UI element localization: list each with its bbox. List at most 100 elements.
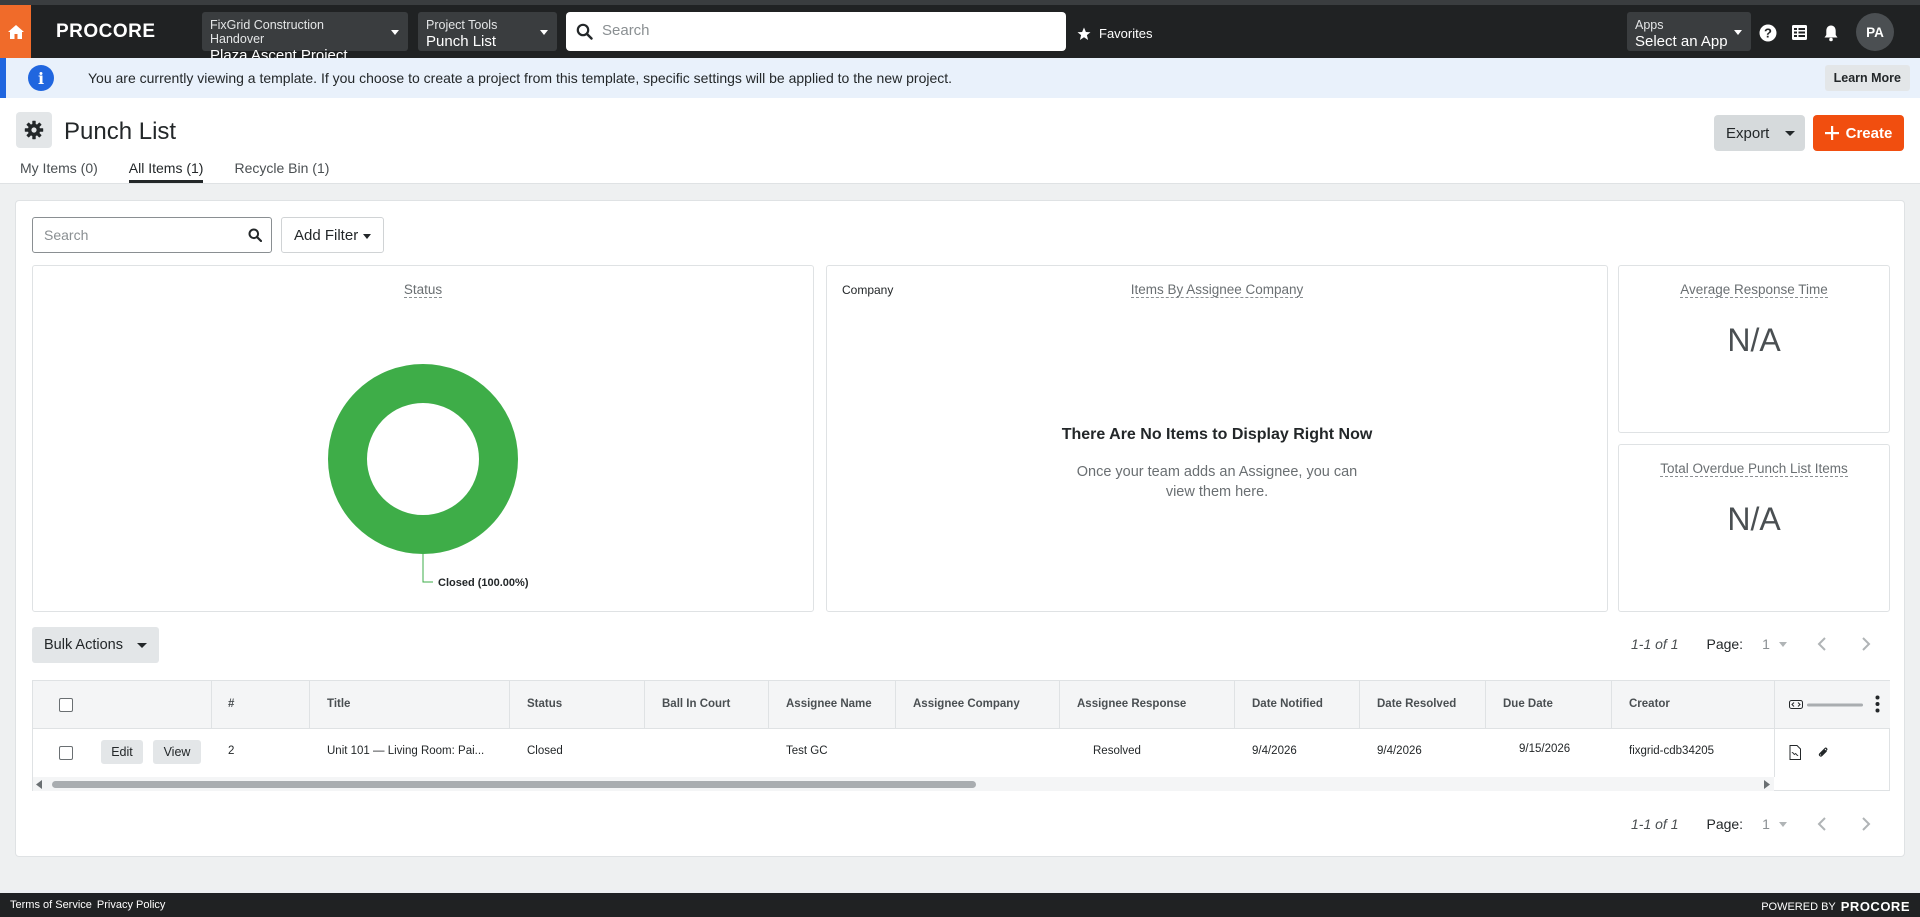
row-date-notified: 9/4/2026: [1252, 745, 1297, 757]
more-options-icon[interactable]: [1875, 695, 1880, 713]
chevron-left-icon[interactable]: [1817, 817, 1827, 831]
column-resize-icon[interactable]: [1789, 700, 1803, 709]
select-all-checkbox[interactable]: [59, 698, 73, 712]
apps-selector[interactable]: Apps Select an App: [1627, 12, 1751, 51]
average-response-title[interactable]: Average Response Time: [1619, 282, 1889, 298]
column-divider: [1234, 681, 1235, 729]
overdue-items-card: Total Overdue Punch List Items N/A: [1618, 444, 1890, 612]
chevron-left-icon[interactable]: [1817, 637, 1827, 651]
assignee-card-title[interactable]: Items By Assignee Company: [827, 282, 1607, 298]
column-assignee-company[interactable]: Assignee Company: [913, 698, 1020, 710]
row-date-resolved: 9/4/2026: [1377, 745, 1422, 757]
column-date-resolved[interactable]: Date Resolved: [1377, 698, 1456, 710]
row-checkbox[interactable]: [59, 746, 73, 760]
row-status: Closed: [527, 745, 563, 757]
powered-by-label: POWERED BY: [1761, 900, 1836, 913]
info-icon: i: [28, 65, 54, 91]
tab-recycle-bin[interactable]: Recycle Bin (1): [234, 160, 329, 183]
project-selector[interactable]: FixGrid Construction Handover Plaza Asce…: [202, 12, 408, 64]
search-icon[interactable]: [248, 228, 262, 242]
edit-button[interactable]: Edit: [101, 740, 143, 764]
horizontal-scrollbar[interactable]: [33, 777, 1774, 791]
page-select[interactable]: 1: [1762, 816, 1770, 832]
donut-leader-line: [422, 554, 433, 583]
chevron-right-icon[interactable]: [1861, 817, 1871, 831]
company-name: FixGrid Construction Handover: [210, 18, 324, 46]
home-icon: [7, 24, 24, 39]
bell-icon[interactable]: [1823, 24, 1839, 42]
column-divider: [309, 681, 310, 729]
donut-slice-closed[interactable]: [328, 364, 518, 554]
column-assignee-name[interactable]: Assignee Name: [786, 698, 872, 710]
tab-all-items[interactable]: All Items (1): [128, 160, 204, 183]
overdue-items-title[interactable]: Total Overdue Punch List Items: [1619, 461, 1889, 477]
tool-selector-label: Project Tools: [426, 18, 498, 32]
settings-button[interactable]: [16, 112, 52, 148]
column-ball-in-court[interactable]: Ball In Court: [662, 698, 730, 710]
punch-list-table: # Title Status Ball In Court Assignee Na…: [32, 680, 1890, 791]
avatar[interactable]: PA: [1856, 13, 1894, 51]
scroll-right-icon[interactable]: [1763, 780, 1770, 789]
column-divider: [768, 681, 769, 729]
help-icon[interactable]: ?: [1759, 24, 1777, 42]
spreadsheet-icon[interactable]: [1791, 24, 1808, 41]
column-creator[interactable]: Creator: [1611, 698, 1670, 710]
page-label: Page:: [1706, 816, 1744, 832]
page-select[interactable]: 1: [1762, 636, 1770, 652]
pdf-icon[interactable]: [1789, 745, 1801, 760]
attachment-icon[interactable]: [1817, 745, 1829, 759]
add-filter-label: Add Filter: [294, 226, 359, 244]
page-title: Punch List: [64, 118, 177, 145]
chevron-right-icon[interactable]: [1861, 637, 1871, 651]
privacy-link[interactable]: Privacy Policy: [97, 899, 165, 911]
footer-logo: PROCORE: [1840, 899, 1910, 914]
export-button[interactable]: Export: [1714, 115, 1805, 151]
assignee-company-card: Company Items By Assignee Company There …: [826, 265, 1608, 612]
overdue-items-value: N/A: [1727, 501, 1781, 537]
terms-link[interactable]: Terms of Service: [10, 899, 92, 911]
learn-more-button[interactable]: Learn More: [1824, 65, 1910, 91]
scrollbar-thumb[interactable]: [52, 781, 976, 788]
global-search-input[interactable]: [602, 12, 1042, 49]
column-status[interactable]: Status: [527, 698, 562, 710]
column-title[interactable]: Title: [327, 698, 350, 710]
tool-selector[interactable]: Project Tools Punch List: [418, 12, 557, 51]
tab-my-items[interactable]: My Items (0): [20, 160, 98, 183]
scroll-left-icon[interactable]: [36, 780, 43, 789]
donut-slice-label: Closed (100.00%): [438, 577, 529, 589]
table-header: # Title Status Ball In Court Assignee Na…: [33, 681, 1889, 729]
row-assignee-response: Resolved: [1093, 745, 1141, 757]
search-icon: [576, 23, 593, 40]
global-navbar: PROCORE FixGrid Construction Handover Pl…: [0, 0, 1920, 64]
view-button[interactable]: View: [153, 740, 201, 764]
pinned-actions-column: [1774, 681, 1890, 777]
table-row[interactable]: Edit View 2 Unit 101 — Living Room: Pai.…: [33, 729, 1889, 777]
home-button[interactable]: [0, 5, 31, 58]
banner-message: You are currently viewing a template. If…: [88, 70, 953, 86]
average-response-value: N/A: [1727, 322, 1781, 358]
pagination-range: 1-1 of 1: [1631, 636, 1679, 652]
bulk-actions-label: Bulk Actions: [44, 637, 123, 653]
create-label: Create: [1845, 124, 1893, 142]
chevron-down-icon: [137, 643, 147, 648]
status-card: Status Closed (100.00%): [32, 265, 814, 612]
empty-state-title: There Are No Items to Display Right Now: [1061, 426, 1373, 443]
chevron-down-icon[interactable]: [1778, 821, 1787, 827]
row-title[interactable]: Unit 101 — Living Room: Pai...: [327, 745, 484, 757]
average-response-card: Average Response Time N/A: [1618, 265, 1890, 433]
add-filter-button[interactable]: Add Filter: [281, 217, 384, 253]
column-number[interactable]: #: [228, 698, 234, 710]
column-due-date[interactable]: Due Date: [1503, 698, 1553, 710]
tab-bar: My Items (0) All Items (1) Recycle Bin (…: [20, 160, 360, 183]
procore-logo[interactable]: PROCORE: [56, 21, 156, 43]
create-button[interactable]: Create: [1813, 115, 1904, 151]
tool-name: Punch List: [426, 33, 497, 50]
chevron-down-icon[interactable]: [1778, 641, 1787, 647]
column-date-notified[interactable]: Date Notified: [1252, 698, 1323, 710]
list-search-input[interactable]: [44, 218, 244, 251]
column-assignee-response[interactable]: Assignee Response: [1077, 698, 1186, 710]
bulk-actions-button[interactable]: Bulk Actions: [32, 627, 159, 663]
favorites-label: Favorites: [1099, 26, 1153, 41]
favorites-button[interactable]: Favorites: [1077, 26, 1152, 41]
column-width-slider[interactable]: [1807, 701, 1863, 709]
